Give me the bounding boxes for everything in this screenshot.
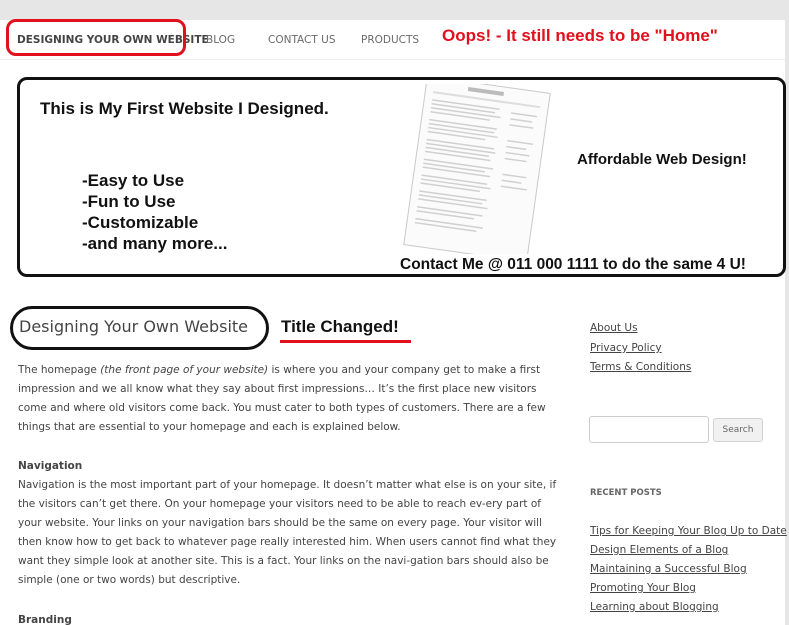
banner-feature: -Customizable <box>82 213 199 232</box>
banner-feature: -Fun to Use <box>82 192 176 211</box>
website-page-thumbnail <box>403 84 551 254</box>
section-heading-navigation: Navigation <box>18 460 83 472</box>
navigation-paragraph: Navigation is the most important part of… <box>18 479 557 586</box>
recent-post-link[interactable]: Maintaining a Successful Blog <box>590 563 747 575</box>
nav-item-products[interactable]: PRODUCTS <box>361 34 419 46</box>
banner-feature-list: -Easy to Use -Fun to Use -Customizable -… <box>82 170 227 254</box>
intro-text: The homepage <box>18 364 101 376</box>
title-annotation-underline <box>280 340 411 343</box>
intro-paragraph: The homepage (the front page of your web… <box>18 361 558 437</box>
sidebar-link-privacy-policy[interactable]: Privacy Policy <box>590 342 662 354</box>
recent-post-link[interactable]: Learning about Blogging <box>590 601 719 613</box>
banner-tagline: Affordable Web Design! <box>577 151 747 168</box>
sidebar-link-about-us[interactable]: About Us <box>590 322 638 334</box>
search-button[interactable]: Search <box>713 418 763 442</box>
title-annotation-text: Title Changed! <box>281 317 399 336</box>
nav-annotation-text: Oops! - It still needs to be "Home" <box>442 26 718 45</box>
banner-title: This is My First Website I Designed. <box>40 99 329 118</box>
nav-item-contact-us[interactable]: CONTACT US <box>268 34 335 46</box>
banner-feature: -Easy to Use <box>82 171 185 190</box>
page-title: Designing Your Own Website <box>19 317 248 336</box>
section-heading-branding: Branding <box>18 614 72 625</box>
banner-feature: -and many more... <box>82 234 228 253</box>
intro-emphasis: (the front page of your website) <box>100 364 269 376</box>
banner-contact: Contact Me @ 011 000 1111 to do the same… <box>400 256 746 273</box>
page-top-band <box>0 0 789 20</box>
search-input[interactable] <box>589 416 709 443</box>
recent-post-link[interactable]: Tips for Keeping Your Blog Up to Date <box>590 525 787 537</box>
recent-post-link[interactable]: Design Elements of a Blog <box>590 544 728 556</box>
recent-posts-heading: RECENT POSTS <box>590 488 662 498</box>
sidebar-link-terms-conditions[interactable]: Terms & Conditions <box>590 361 691 373</box>
nav-highlight-annotation <box>6 19 186 56</box>
page: DESIGNING YOUR OWN WEBSITE BLOG CONTACT … <box>0 0 789 625</box>
header-banner: This is My First Website I Designed. -Ea… <box>17 77 786 277</box>
recent-post-link[interactable]: Promoting Your Blog <box>590 582 696 594</box>
nav-item-blog[interactable]: BLOG <box>206 34 235 46</box>
